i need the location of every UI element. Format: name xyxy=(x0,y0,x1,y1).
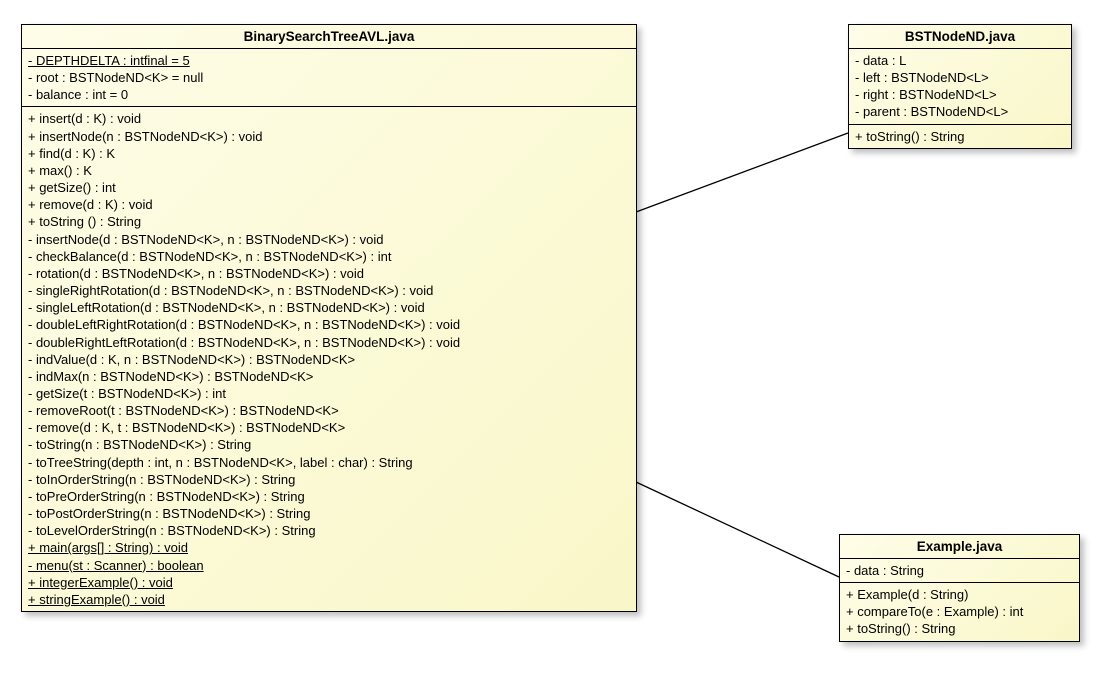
class-title: BSTNodeND.java xyxy=(849,25,1071,49)
uml-member: - insertNode(d : BSTNodeND<K>, n : BSTNo… xyxy=(28,231,630,248)
class-bstnodend: BSTNodeND.java - data : L- left : BSTNod… xyxy=(848,24,1072,149)
operations-section: + toString() : String xyxy=(849,125,1071,148)
uml-member: - singleRightRotation(d : BSTNodeND<K>, … xyxy=(28,282,630,299)
uml-member: - rotation(d : BSTNodeND<K>, n : BSTNode… xyxy=(28,265,630,282)
uml-member: + integerExample() : void xyxy=(28,574,630,591)
uml-member: - toString(n : BSTNodeND<K>) : String xyxy=(28,436,630,453)
operations-section: + Example(d : String)+ compareTo(e : Exa… xyxy=(840,583,1079,640)
uml-member: + Example(d : String) xyxy=(846,586,1073,603)
attributes-section: - DEPTHDELTA : intfinal = 5- root : BSTN… xyxy=(22,49,636,107)
uml-member: - toInOrderString(n : BSTNodeND<K>) : St… xyxy=(28,471,630,488)
uml-member: - data : L xyxy=(855,52,1065,69)
uml-member: + toString() : String xyxy=(846,620,1073,637)
uml-member: - checkBalance(d : BSTNodeND<K>, n : BST… xyxy=(28,248,630,265)
uml-member: + toString () : String xyxy=(28,213,630,230)
class-example: Example.java - data : String + Example(d… xyxy=(839,534,1080,642)
uml-member: - parent : BSTNodeND<L> xyxy=(855,103,1065,120)
assoc-bstavl-example xyxy=(636,482,839,577)
uml-member: + insert(d : K) : void xyxy=(28,110,630,127)
uml-member: - menu(st : Scanner) : boolean xyxy=(28,557,630,574)
class-binarysearchtreeavl: BinarySearchTreeAVL.java - DEPTHDELTA : … xyxy=(21,24,637,612)
assoc-bstavl-bstnode xyxy=(636,133,848,212)
uml-member: - singleLeftRotation(d : BSTNodeND<K>, n… xyxy=(28,299,630,316)
uml-member: - doubleRightLeftRotation(d : BSTNodeND<… xyxy=(28,334,630,351)
uml-member: - toTreeString(depth : int, n : BSTNodeN… xyxy=(28,454,630,471)
uml-member: - toLevelOrderString(n : BSTNodeND<K>) :… xyxy=(28,522,630,539)
uml-member: + insertNode(n : BSTNodeND<K>) : void xyxy=(28,128,630,145)
uml-member: - toPreOrderString(n : BSTNodeND<K>) : S… xyxy=(28,488,630,505)
class-title: BinarySearchTreeAVL.java xyxy=(22,25,636,49)
uml-member: + find(d : K) : K xyxy=(28,145,630,162)
uml-member: - balance : int = 0 xyxy=(28,86,630,103)
attributes-section: - data : L- left : BSTNodeND<L>- right :… xyxy=(849,49,1071,125)
uml-member: - root : BSTNodeND<K> = null xyxy=(28,69,630,86)
uml-member: + remove(d : K) : void xyxy=(28,196,630,213)
uml-member: - removeRoot(t : BSTNodeND<K>) : BSTNode… xyxy=(28,402,630,419)
uml-member: - indValue(d : K, n : BSTNodeND<K>) : BS… xyxy=(28,351,630,368)
attributes-section: - data : String xyxy=(840,559,1079,583)
operations-section: + insert(d : K) : void+ insertNode(n : B… xyxy=(22,107,636,611)
uml-member: - data : String xyxy=(846,562,1073,579)
uml-member: - toPostOrderString(n : BSTNodeND<K>) : … xyxy=(28,505,630,522)
uml-member: + stringExample() : void xyxy=(28,591,630,608)
uml-member: + main(args[] : String) : void xyxy=(28,539,630,556)
class-title: Example.java xyxy=(840,535,1079,559)
uml-member: - getSize(t : BSTNodeND<K>) : int xyxy=(28,385,630,402)
uml-member: + max() : K xyxy=(28,162,630,179)
uml-member: + getSize() : int xyxy=(28,179,630,196)
uml-member: - left : BSTNodeND<L> xyxy=(855,69,1065,86)
uml-member: - doubleLeftRightRotation(d : BSTNodeND<… xyxy=(28,316,630,333)
uml-member: - right : BSTNodeND<L> xyxy=(855,86,1065,103)
uml-member: + toString() : String xyxy=(855,128,1065,145)
uml-member: - indMax(n : BSTNodeND<K>) : BSTNodeND<K… xyxy=(28,368,630,385)
uml-member: - remove(d : K, t : BSTNodeND<K>) : BSTN… xyxy=(28,419,630,436)
uml-member: + compareTo(e : Example) : int xyxy=(846,603,1073,620)
uml-member: - DEPTHDELTA : intfinal = 5 xyxy=(28,52,630,69)
